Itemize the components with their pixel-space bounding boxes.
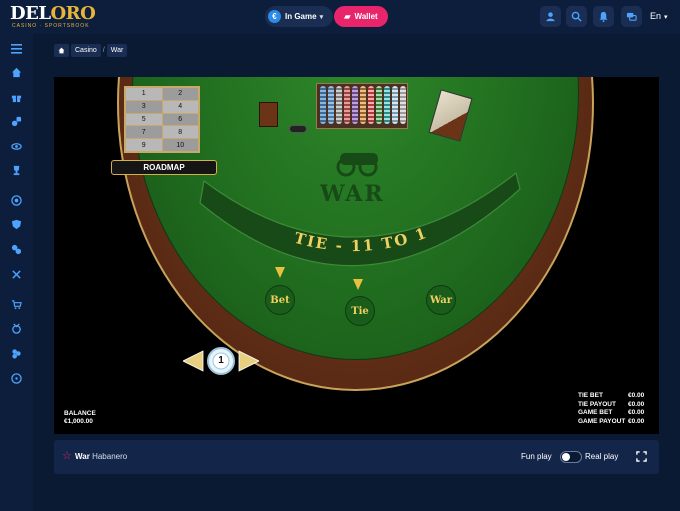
bell-icon xyxy=(599,11,608,22)
site-logo[interactable]: DELORO CASINO · SPORTSBOOK xyxy=(10,3,96,30)
shield-icon[interactable] xyxy=(10,218,23,231)
coins-icon[interactable] xyxy=(10,347,23,360)
breadcrumb: Casino / War xyxy=(54,44,128,57)
notifications-button[interactable] xyxy=(593,6,614,27)
sidebar xyxy=(0,34,33,511)
stat-label: TIE PAYOUT xyxy=(578,400,616,408)
fullscreen-icon[interactable] xyxy=(636,451,647,462)
tools-icon[interactable] xyxy=(10,268,23,281)
mode-label: In Game xyxy=(285,12,317,21)
breadcrumb-casino[interactable]: Casino xyxy=(71,44,101,57)
wallet-button[interactable]: ▰ Wallet xyxy=(334,6,388,27)
chip-prev-icon xyxy=(183,350,204,372)
stat-value: €0.00 xyxy=(628,417,645,425)
profile-button[interactable] xyxy=(540,6,561,27)
game-provider: Habanero xyxy=(92,452,128,461)
chat-icon xyxy=(626,12,637,21)
wallet-icon: ▰ xyxy=(344,12,351,21)
balance-display: BALANCE €1,000.00 xyxy=(64,410,96,426)
eye-icon[interactable] xyxy=(10,140,23,153)
support-icon[interactable] xyxy=(10,372,23,385)
balance-value: €1,000.00 xyxy=(64,418,93,425)
toggle-knob xyxy=(562,453,570,461)
chip-next-icon xyxy=(238,350,259,372)
logo-subtitle: CASINO · SPORTSBOOK xyxy=(12,23,90,29)
stat-label: TIE BET xyxy=(578,392,603,399)
cart-icon[interactable] xyxy=(10,298,23,311)
messages-button[interactable] xyxy=(621,6,642,27)
chevron-down-icon: ▾ xyxy=(664,14,668,21)
fun-play-label: Fun play xyxy=(521,452,552,461)
real-play-label: Real play xyxy=(585,452,619,461)
balance-label: BALANCE xyxy=(64,410,96,417)
tie-spot[interactable]: Tie xyxy=(345,296,375,326)
stat-label: GAME PAYOUT xyxy=(578,417,626,425)
stat-value: €0.00 xyxy=(628,409,645,416)
menu-icon[interactable] xyxy=(10,42,23,55)
gift-icon[interactable] xyxy=(10,91,23,104)
euro-coin-icon: € xyxy=(268,10,281,23)
live-icon[interactable] xyxy=(10,194,23,207)
home-icon xyxy=(58,47,65,54)
logo-text-b: ORO xyxy=(50,3,96,24)
stat-value: €0.00 xyxy=(628,400,645,408)
chip-value[interactable]: 1 xyxy=(214,355,228,366)
top-bar: DELORO CASINO · SPORTSBOOK € In Game ▾ ▰… xyxy=(0,0,680,34)
language-selector[interactable]: En ▾ xyxy=(650,11,668,21)
user-icon xyxy=(546,12,555,22)
tie-pointer-icon xyxy=(353,279,363,290)
logo-text-a: DEL xyxy=(10,3,51,24)
play-mode-toggle[interactable] xyxy=(560,451,582,463)
stat-value: €0.00 xyxy=(628,392,645,399)
home-icon[interactable] xyxy=(10,66,23,79)
chevron-down-icon: ▾ xyxy=(319,13,324,21)
war-spot[interactable]: War xyxy=(426,285,456,315)
chip-selector: 1 xyxy=(183,347,259,375)
game-info-bar: ☆ War Habanero Fun play Real play xyxy=(54,440,659,474)
stat-label: GAME BET xyxy=(578,409,613,416)
game-canvas[interactable]: 1 2 3 4 5 6 7 8 9 10 ROADMAP WAR TIE - 1… xyxy=(54,77,659,434)
bet-stats: TIE BET €0.00 TIE PAYOUT €0.00 GAME BET €0.… xyxy=(578,392,644,426)
breadcrumb-war[interactable]: War xyxy=(106,44,128,57)
bet-spot[interactable]: Bet xyxy=(265,285,295,315)
search-icon xyxy=(571,11,582,22)
language-label: En xyxy=(650,11,662,21)
trophy-icon[interactable] xyxy=(10,164,23,177)
chips-icon[interactable] xyxy=(10,243,23,256)
casino-icon[interactable] xyxy=(10,115,23,128)
tie-arc: TIE - 11 TO 1 xyxy=(199,171,521,267)
favorite-star-icon[interactable]: ☆ xyxy=(62,451,72,462)
badge-icon[interactable] xyxy=(10,322,23,335)
breadcrumb-home[interactable] xyxy=(54,44,69,57)
mode-selector[interactable]: € In Game ▾ xyxy=(265,6,333,27)
game-name: War xyxy=(75,452,90,461)
bet-pointer-icon xyxy=(275,267,285,278)
wallet-label: Wallet xyxy=(354,12,378,21)
search-button[interactable] xyxy=(566,6,587,27)
breadcrumb-separator: / xyxy=(102,47,105,54)
game-title: War Habanero xyxy=(75,452,127,461)
